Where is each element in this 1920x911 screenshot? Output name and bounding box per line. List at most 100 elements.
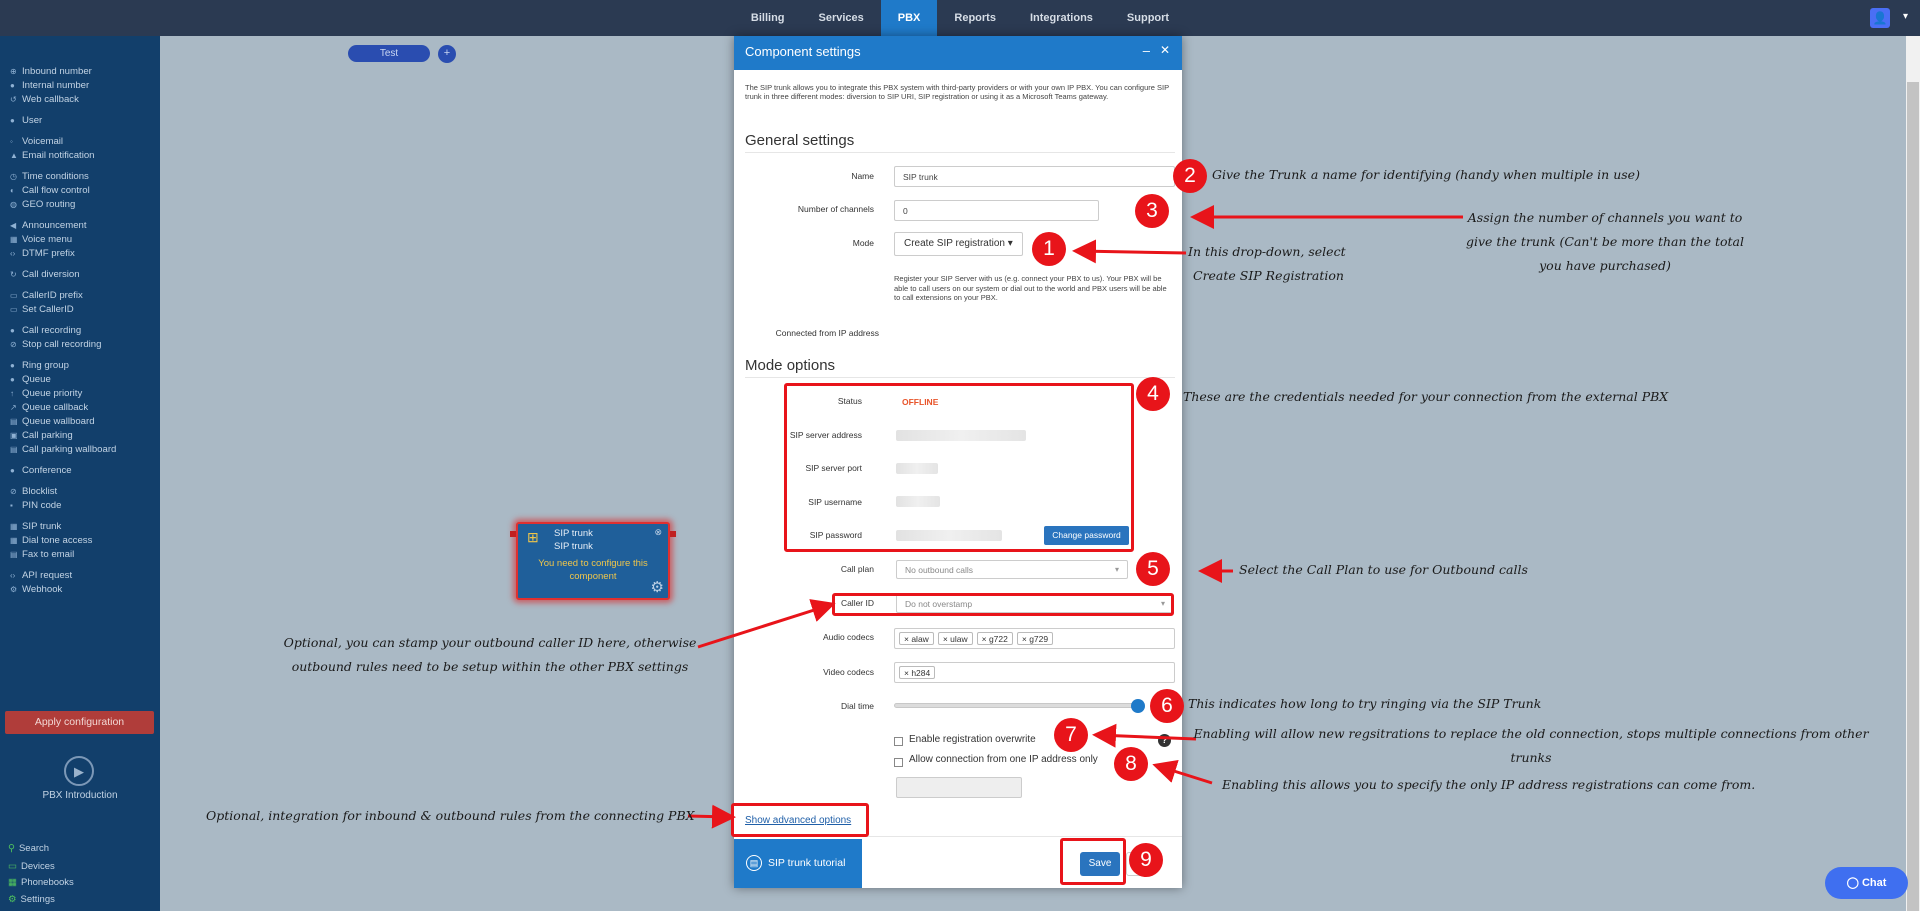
codec-tag-g729[interactable]: × g729: [1016, 632, 1054, 645]
gear-icon: ⚙: [8, 894, 17, 905]
code-icon: ‹›: [10, 249, 16, 258]
sidebar-item-internal-number[interactable]: ● Internal number: [10, 80, 89, 91]
user-avatar-icon[interactable]: 👤: [1870, 8, 1890, 28]
registration-overwrite-checkbox[interactable]: [894, 737, 903, 746]
sidebar-item-geo-routing[interactable]: ◍ GEO routing: [10, 199, 75, 210]
nav-integrations[interactable]: Integrations: [1013, 0, 1110, 36]
dial-time-slider-handle[interactable]: [1131, 699, 1145, 713]
codec-tag-ulaw[interactable]: × ulaw: [937, 632, 973, 645]
sidebar-item-set-callerid[interactable]: ▭ Set CallerID: [10, 304, 74, 315]
mode-dropdown[interactable]: Create SIP registration ▾: [894, 232, 1023, 256]
user-icon: ●: [10, 116, 15, 125]
minimize-icon[interactable]: –: [1143, 43, 1150, 58]
sidebar-item-time-conditions[interactable]: ◷ Time conditions: [10, 171, 89, 182]
sidebar-item-queue[interactable]: ● Queue: [10, 374, 51, 385]
highlight-advanced-options: [731, 803, 869, 837]
sidebar-search[interactable]: ⚲ Search: [8, 843, 49, 854]
step-number-5: 5: [1136, 552, 1170, 586]
nav-support[interactable]: Support: [1110, 0, 1186, 36]
ip-address-input[interactable]: [896, 777, 1022, 798]
nav-pbx[interactable]: PBX: [880, 0, 938, 36]
book-icon: ▤: [746, 855, 762, 872]
sidebar-item-call-parking[interactable]: ▣ Call parking: [10, 430, 73, 441]
dial-time-slider[interactable]: [894, 703, 1139, 708]
highlight-credentials: [784, 383, 1134, 552]
chevron-down-icon: ▾: [1114, 565, 1119, 574]
sidebar-item-ring-group[interactable]: ● Ring group: [10, 360, 69, 371]
sidebar-item-fax-to-email[interactable]: ▤ Fax to email: [10, 549, 74, 560]
name-input[interactable]: SIP trunk: [894, 166, 1175, 187]
test-button[interactable]: Test: [348, 45, 430, 62]
sidebar-item-call-recording[interactable]: ● Call recording: [10, 325, 81, 336]
sidebar-item-pin-code[interactable]: ▪ PIN code: [10, 500, 61, 511]
video-codecs-label: Video codecs: [823, 667, 874, 677]
audio-codecs-input[interactable]: × alaw × ulaw × g722 × g729: [894, 628, 1175, 649]
sidebar-item-queue-wallboard[interactable]: ▤ Queue wallboard: [10, 416, 95, 427]
sidebar-item-announcement[interactable]: ◀ Announcement: [10, 220, 87, 231]
sidebar-item-voicemail[interactable]: ◦ Voicemail: [10, 136, 63, 147]
chat-icon: ●: [10, 466, 15, 475]
sidebar-item-dtmf-prefix[interactable]: ‹› DTMF prefix: [10, 248, 75, 259]
sidebar-item-inbound-number[interactable]: ⊕ Inbound number: [10, 66, 92, 77]
top-navigation-bar: Billing Services PBX Reports Integration…: [0, 0, 1920, 36]
chat-button[interactable]: ◯ Chat: [1825, 867, 1908, 899]
connected-ip-label: Connected from IP address: [775, 328, 879, 338]
table-icon: ▤: [10, 417, 18, 426]
sidebar-item-blocklist[interactable]: ⊘ Blocklist: [10, 486, 57, 497]
sidebar-item-queue-callback[interactable]: ↗ Queue callback: [10, 402, 88, 413]
sidebar-item-call-diversion[interactable]: ↻ Call diversion: [10, 269, 80, 280]
sidebar-item-callerid-prefix[interactable]: ▭ CallerID prefix: [10, 290, 83, 301]
sidebar-item-user[interactable]: ● User: [10, 115, 42, 126]
add-icon[interactable]: +: [438, 45, 456, 63]
codec-tag-alaw[interactable]: × alaw: [899, 632, 934, 645]
sip-trunk-tutorial-button[interactable]: ▤ SIP trunk tutorial: [734, 839, 862, 888]
codec-tag-g722[interactable]: × g722: [976, 632, 1013, 645]
grid-icon: ▦: [10, 536, 18, 545]
table-icon: ▤: [10, 445, 18, 454]
apply-configuration-button[interactable]: Apply configuration: [5, 711, 154, 734]
step-number-1: 1: [1032, 232, 1066, 266]
sidebar-item-email-notification[interactable]: ▲ Email notification: [10, 150, 95, 161]
mode-options-heading: Mode options: [745, 357, 836, 374]
sidebar-devices[interactable]: ▭ Devices: [8, 861, 55, 872]
call-plan-select[interactable]: No outbound calls ▾: [896, 560, 1128, 579]
sidebar-item-stop-call-recording[interactable]: ⊘ Stop call recording: [10, 339, 101, 350]
sidebar-item-sip-trunk[interactable]: ▦ SIP trunk: [10, 521, 61, 532]
gear-icon[interactable]: ⚙: [651, 578, 664, 596]
callback-icon: ↺: [10, 95, 17, 104]
one-ip-only-label: Allow connection from one IP address onl…: [909, 754, 1098, 765]
sidebar-item-queue-priority[interactable]: ↑ Queue priority: [10, 388, 82, 399]
sidebar-item-call-parking-wallboard[interactable]: ▤ Call parking wallboard: [10, 444, 116, 455]
sitemap-icon: ▦: [10, 522, 18, 531]
sidebar-item-conference[interactable]: ● Conference: [10, 465, 72, 476]
sidebar-item-web-callback[interactable]: ↺ Web callback: [10, 94, 79, 105]
pbx-introduction-link[interactable]: PBX Introduction: [0, 790, 160, 801]
codec-tag-h284[interactable]: × h284: [899, 666, 936, 679]
chevron-down-icon[interactable]: ▾: [1903, 11, 1908, 22]
help-icon[interactable]: ?: [1158, 734, 1171, 747]
sitemap-icon: ⊞: [527, 529, 539, 545]
sidebar-phonebooks[interactable]: ▦ Phonebooks: [8, 877, 74, 888]
sidebar-item-api-request[interactable]: ‹› API request: [10, 570, 72, 581]
connector-right[interactable]: [670, 531, 676, 537]
name-label: Name: [851, 171, 874, 181]
nav-billing[interactable]: Billing: [734, 0, 802, 36]
play-icon[interactable]: ▶: [64, 756, 94, 786]
sip-trunk-node[interactable]: ⊞ SIP trunk SIP trunk ⊗ You need to conf…: [510, 522, 676, 600]
video-codecs-input[interactable]: × h284: [894, 662, 1175, 683]
close-icon[interactable]: ✕: [1160, 43, 1170, 57]
one-ip-only-checkbox[interactable]: [894, 758, 903, 767]
nav-services[interactable]: Services: [802, 0, 881, 36]
connector-left[interactable]: [510, 531, 516, 537]
sidebar-item-dial-tone-access[interactable]: ▦ Dial tone access: [10, 535, 92, 546]
scrollbar-thumb[interactable]: [1907, 82, 1919, 911]
arrow-up-icon: ↑: [10, 389, 14, 398]
sidebar-item-call-flow-control[interactable]: ◐ Call flow control: [10, 185, 90, 196]
sidebar-item-voice-menu[interactable]: ▦ Voice menu: [10, 234, 72, 245]
sidebar-settings[interactable]: ⚙ Settings: [8, 894, 55, 905]
sidebar-item-webhook[interactable]: ⚙ Webhook: [10, 584, 62, 595]
channels-input[interactable]: 0: [894, 200, 1099, 221]
call-plan-label: Call plan: [840, 564, 874, 574]
nav-reports[interactable]: Reports: [937, 0, 1013, 36]
close-icon[interactable]: ⊗: [654, 527, 662, 538]
